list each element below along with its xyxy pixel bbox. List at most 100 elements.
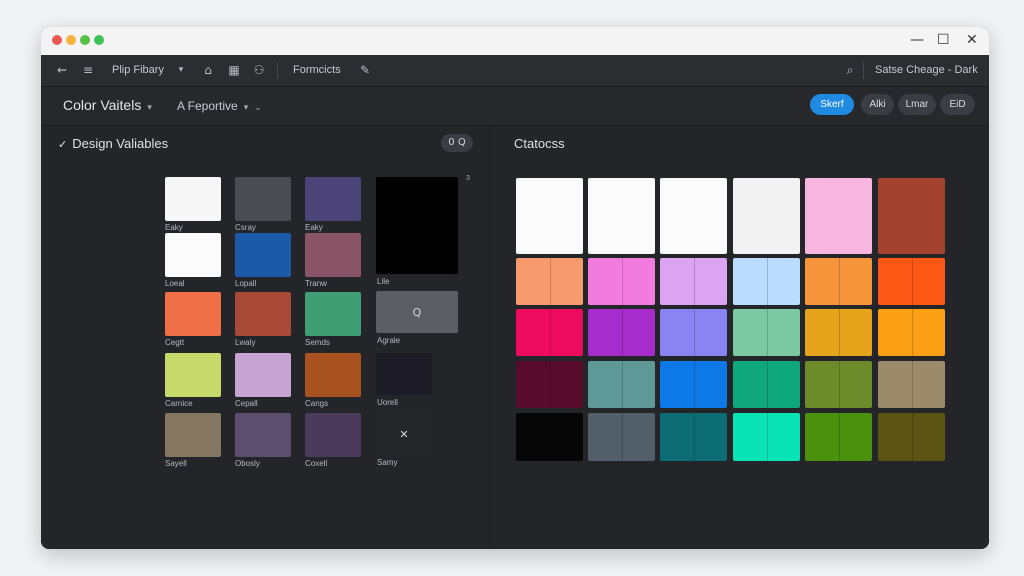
design-variables-title[interactable]: ✓ Design Valiables xyxy=(58,136,168,151)
minimize-icon[interactable]: — xyxy=(910,31,924,49)
catalog-swatch[interactable] xyxy=(516,413,583,461)
action-button[interactable]: EiD xyxy=(940,94,975,115)
catalog-swatch[interactable] xyxy=(805,258,872,305)
swatch-label: Eaky xyxy=(165,223,183,232)
maximize-icon[interactable]: ☐ xyxy=(937,31,950,49)
catalog-swatch[interactable] xyxy=(805,413,872,461)
close-icon[interactable]: ✕ xyxy=(966,31,978,49)
color-swatch-large[interactable] xyxy=(376,177,458,274)
swatch-label: Lwaly xyxy=(235,338,256,347)
close-icon: ✕ xyxy=(399,427,409,441)
color-swatch[interactable] xyxy=(165,233,221,277)
catalog-swatch[interactable] xyxy=(878,178,945,254)
swatch-divider xyxy=(838,258,840,305)
catalog-swatch[interactable] xyxy=(588,413,655,461)
color-swatch-large[interactable]: Q xyxy=(376,291,458,333)
catalog-swatch[interactable] xyxy=(516,309,583,356)
color-swatch[interactable] xyxy=(305,177,361,221)
catalog-swatch[interactable] xyxy=(660,361,727,408)
theme-label[interactable]: Satse Cheage - Dark xyxy=(875,55,978,86)
menu-icon[interactable]: ≡ xyxy=(81,63,95,77)
swatch-divider xyxy=(693,361,695,408)
chevron-down-icon[interactable]: ▾ xyxy=(174,63,188,77)
catalog-swatch[interactable] xyxy=(805,178,872,254)
catalog-swatch[interactable] xyxy=(588,178,655,254)
swatch-label: Semds xyxy=(305,338,330,347)
catalog-swatch[interactable] xyxy=(733,413,800,461)
catalog-swatch[interactable] xyxy=(588,258,655,305)
color-swatch-large[interactable] xyxy=(376,353,432,395)
swatch-label: Uorell xyxy=(377,398,398,407)
corner-mark: 3 xyxy=(466,175,470,182)
catalog-swatch[interactable] xyxy=(660,309,727,356)
catalog-swatch[interactable] xyxy=(660,178,727,254)
toolbar-divider xyxy=(277,62,278,79)
color-swatch[interactable] xyxy=(165,413,221,457)
back-icon[interactable]: ⇜ xyxy=(55,63,69,77)
color-swatch[interactable] xyxy=(165,292,221,336)
catalog-swatch[interactable] xyxy=(733,361,800,408)
swatch-label: Samy xyxy=(377,458,398,467)
grid-icon[interactable]: ▦ xyxy=(227,63,241,77)
check-icon: ✓ xyxy=(58,138,68,151)
color-swatch[interactable] xyxy=(235,292,291,336)
color-swatch[interactable] xyxy=(235,413,291,457)
app-window: — ☐ ✕ ⇜ ≡ Plip Fibary ▾ ⌂ ▦ ⚇ Formcicts … xyxy=(41,27,989,549)
catalog-swatch[interactable] xyxy=(733,258,800,305)
catalog-title: Ctatocss xyxy=(514,136,565,151)
swatch-label: Loeal xyxy=(165,279,185,288)
zoom-traffic-light[interactable] xyxy=(80,35,90,45)
color-swatch[interactable] xyxy=(235,233,291,277)
eyedropper-icon[interactable]: ✎ xyxy=(358,63,372,77)
catalog-swatch[interactable] xyxy=(878,309,945,356)
search-icon[interactable]: ⌕ xyxy=(843,63,857,77)
catalog-swatch[interactable] xyxy=(878,361,945,408)
color-swatch[interactable] xyxy=(165,177,221,221)
catalog-swatch[interactable] xyxy=(878,413,945,461)
catalog-swatch[interactable] xyxy=(805,309,872,356)
color-swatch[interactable] xyxy=(305,353,361,397)
swatch-divider xyxy=(621,309,623,356)
primary-action-button[interactable]: Skerf xyxy=(810,94,854,115)
search-variables-button[interactable]: 0 Q xyxy=(441,134,473,152)
color-swatch[interactable] xyxy=(235,353,291,397)
color-swatch-large[interactable]: ✕ xyxy=(376,413,432,455)
swatch-divider xyxy=(621,361,623,408)
catalog-swatch[interactable] xyxy=(516,258,583,305)
swatch-divider xyxy=(766,309,768,356)
color-swatch[interactable] xyxy=(305,292,361,336)
color-swatch[interactable] xyxy=(305,233,361,277)
catalog-swatch[interactable] xyxy=(660,413,727,461)
extra-traffic-light[interactable] xyxy=(94,35,104,45)
color-swatch[interactable] xyxy=(235,177,291,221)
formats-label[interactable]: Formcicts xyxy=(293,55,341,86)
close-traffic-light[interactable] xyxy=(52,35,62,45)
color-swatch[interactable] xyxy=(305,413,361,457)
swatch-label: Eaky xyxy=(305,223,323,232)
catalog-swatch[interactable] xyxy=(588,309,655,356)
catalog-swatch[interactable] xyxy=(588,361,655,408)
swatch-label: Tranw xyxy=(305,279,327,288)
swatch-divider xyxy=(549,309,551,356)
catalog-swatch[interactable] xyxy=(805,361,872,408)
chevron-down-icon: ▾ xyxy=(147,103,152,113)
color-swatch[interactable] xyxy=(165,353,221,397)
catalog-swatch[interactable] xyxy=(733,309,800,356)
repository-select[interactable]: A Feportive ▾ ⌄ xyxy=(177,99,262,113)
catalog-swatch[interactable] xyxy=(660,258,727,305)
action-button[interactable]: Alki xyxy=(861,94,894,115)
catalog-swatch[interactable] xyxy=(878,258,945,305)
home-icon[interactable]: ⌂ xyxy=(201,63,215,77)
minimize-traffic-light[interactable] xyxy=(66,35,76,45)
library-label[interactable]: Plip Fibary xyxy=(112,55,164,86)
title-bar: — ☐ ✕ xyxy=(41,27,989,55)
swatch-divider xyxy=(838,361,840,408)
page-title[interactable]: Color Vaitels ▾ xyxy=(63,97,152,113)
catalog-swatch[interactable] xyxy=(733,178,800,254)
catalog-swatch[interactable] xyxy=(516,178,583,254)
users-icon[interactable]: ⚇ xyxy=(252,63,266,77)
swatch-divider xyxy=(549,361,551,408)
catalog-swatch[interactable] xyxy=(516,361,583,408)
action-button[interactable]: Lmar xyxy=(898,94,936,115)
toolbar-divider xyxy=(863,62,864,79)
